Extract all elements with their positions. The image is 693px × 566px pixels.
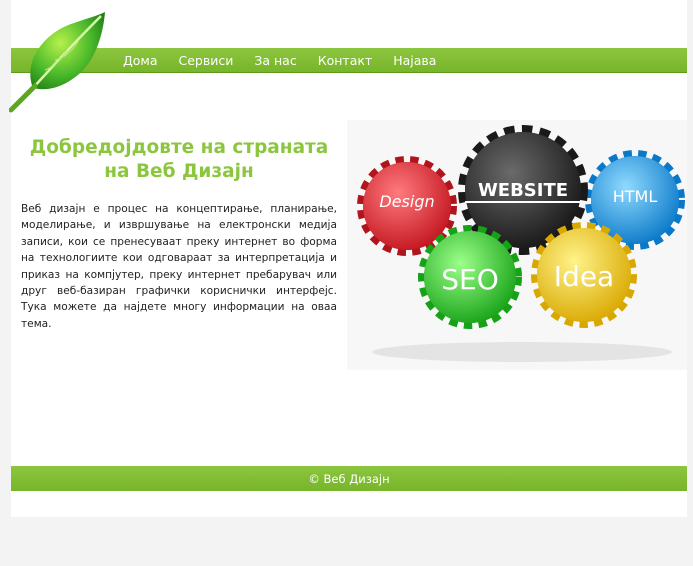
nav-item-home[interactable]: Дома	[123, 53, 158, 68]
nav-item-about[interactable]: За нас	[254, 53, 296, 68]
main-content: Добредојдовте на страната на Веб Дизајн …	[21, 136, 337, 343]
nav-item-contact[interactable]: Контакт	[318, 53, 372, 68]
top-navigation-bar: Дома Сервиси За нас Контакт Најава	[11, 48, 687, 73]
gear-html-label: HTML	[613, 187, 658, 206]
gears-illustration: Design HTML WEBSITE SEO Idea	[347, 120, 687, 370]
gear-idea-label: Idea	[554, 260, 614, 293]
leaf-logo-icon	[9, 12, 105, 113]
footer-bar: © Веб Дизајн	[11, 466, 687, 491]
page-title: Добредојдовте на страната на Веб Дизајн	[29, 137, 329, 182]
nav-menu: Дома Сервиси За нас Контакт Најава	[123, 48, 457, 72]
gear-seo-label: SEO	[441, 263, 499, 296]
footer-copyright: © Веб Дизајн	[308, 471, 390, 486]
nav-item-login[interactable]: Најава	[393, 53, 436, 68]
nav-item-services[interactable]: Сервиси	[179, 53, 234, 68]
page-container: Дома Сервиси За нас Контакт Најава Добре…	[9, 0, 687, 517]
intro-paragraph: Веб дизајн е процес на концептирање, пла…	[21, 203, 337, 330]
gear-website-label: WEBSITE	[478, 180, 568, 201]
gear-design-label: Design	[379, 192, 434, 211]
